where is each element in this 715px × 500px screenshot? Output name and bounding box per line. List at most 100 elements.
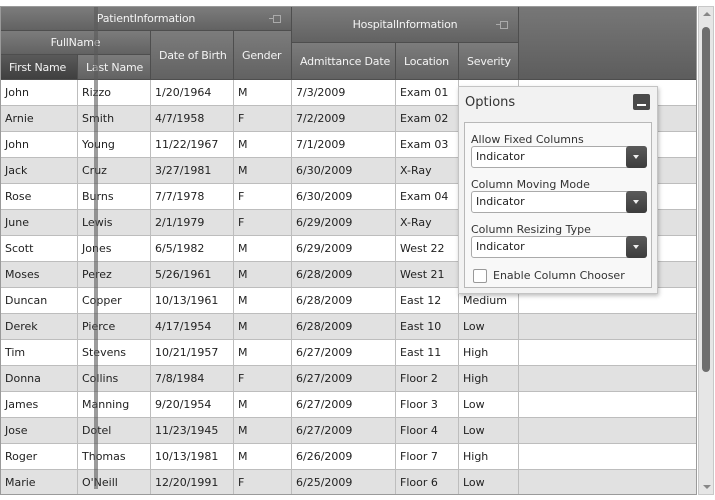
cell-last-name[interactable]: Pierce [78,314,151,339]
cell-gender[interactable]: M [234,444,292,469]
cell-location[interactable]: Exam 03 [396,132,459,157]
cell-admittance-date[interactable]: 6/27/2009 [292,392,396,417]
cell-severity[interactable]: High [459,340,519,365]
cell-gender[interactable]: F [234,106,292,131]
cell-first-name[interactable]: Arnie [1,106,78,131]
cell-date-of-birth[interactable]: 12/20/1991 [151,470,234,494]
cell-admittance-date[interactable]: 7/2/2009 [292,106,396,131]
cell-date-of-birth[interactable]: 4/7/1958 [151,106,234,131]
cell-location[interactable]: West 21 [396,262,459,287]
column-header-first-name[interactable]: First Name [1,55,78,80]
cell-location[interactable]: Exam 01 [396,80,459,105]
table-row[interactable]: Derek Pierce 4/17/1954 M 6/28/2009 East 10 Low [1,314,696,340]
cell-first-name[interactable]: Derek [1,314,78,339]
cell-last-name[interactable]: Thomas [78,444,151,469]
cell-first-name[interactable]: Marie [1,470,78,494]
cell-first-name[interactable]: Scott [1,236,78,261]
cell-admittance-date[interactable]: 6/27/2009 [292,340,396,365]
pin-icon[interactable] [496,20,508,29]
cell-gender[interactable]: M [234,80,292,105]
cell-admittance-date[interactable]: 6/30/2009 [292,158,396,183]
cell-gender[interactable]: M [234,340,292,365]
cell-admittance-date[interactable]: 6/28/2009 [292,262,396,287]
cell-date-of-birth[interactable]: 10/21/1957 [151,340,234,365]
column-header-location[interactable]: Location [396,43,459,80]
cell-first-name[interactable]: Tim [1,340,78,365]
table-row[interactable]: Roger Thomas 10/13/1981 M 6/26/2009 Floor 7 Hi… [1,444,696,470]
cell-severity[interactable]: Low [459,418,519,443]
cell-admittance-date[interactable]: 6/27/2009 [292,418,396,443]
chevron-down-icon[interactable] [626,191,647,213]
cell-gender[interactable]: F [234,210,292,235]
cell-first-name[interactable]: Jack [1,158,78,183]
cell-date-of-birth[interactable]: 11/23/1945 [151,418,234,443]
cell-gender[interactable]: M [234,158,292,183]
cell-admittance-date[interactable]: 6/30/2009 [292,184,396,209]
chevron-down-icon[interactable] [626,236,647,258]
cell-last-name[interactable]: Stevens [78,340,151,365]
cell-last-name[interactable]: Collins [78,366,151,391]
cell-admittance-date[interactable]: 6/28/2009 [292,288,396,313]
cell-first-name[interactable]: June [1,210,78,235]
allow-fixed-columns-select[interactable]: Indicator [471,146,647,168]
cell-last-name[interactable]: Dotel [78,418,151,443]
cell-admittance-date[interactable]: 7/3/2009 [292,80,396,105]
scrollbar-thumb[interactable] [702,27,710,372]
cell-gender[interactable]: M [234,132,292,157]
cell-location[interactable]: Exam 04 [396,184,459,209]
group-header-hospital-information[interactable]: HospitalInformation [292,7,519,43]
enable-column-chooser-label[interactable]: Enable Column Chooser [493,269,625,282]
column-header-admittance-date[interactable]: Admittance Date [292,43,396,80]
cell-last-name[interactable]: Perez [78,262,151,287]
cell-date-of-birth[interactable]: 2/1/1979 [151,210,234,235]
table-row[interactable]: JoseDotel11/23/1945M6/27/2009Floor 4Low [1,418,696,444]
cell-date-of-birth[interactable]: 6/5/1982 [151,236,234,261]
cell-first-name[interactable]: Roger [1,444,78,469]
cell-date-of-birth[interactable]: 9/20/1954 [151,392,234,417]
cell-location[interactable]: X-Ray [396,158,459,183]
cell-last-name[interactable]: Rizzo [78,80,151,105]
enable-column-chooser-checkbox[interactable] [473,269,487,283]
column-header-gender[interactable]: Gender [234,31,292,80]
cell-date-of-birth[interactable]: 1/20/1964 [151,80,234,105]
cell-severity[interactable]: High [459,366,519,391]
cell-gender[interactable]: M [234,236,292,261]
cell-date-of-birth[interactable]: 7/7/1978 [151,184,234,209]
column-header-date-of-birth[interactable]: Date of Birth [151,31,234,80]
cell-date-of-birth[interactable]: 3/27/1981 [151,158,234,183]
cell-gender[interactable]: F [234,184,292,209]
cell-location[interactable]: East 10 [396,314,459,339]
table-row[interactable]: Donna Collins 7/8/1984 F 6/27/2009 Floor 2 Hig… [1,366,696,392]
cell-date-of-birth[interactable]: 7/8/1984 [151,366,234,391]
cell-date-of-birth[interactable]: 5/26/1961 [151,262,234,287]
cell-date-of-birth[interactable]: 10/13/1981 [151,444,234,469]
cell-location[interactable]: Floor 4 [396,418,459,443]
cell-admittance-date[interactable]: 7/1/2009 [292,132,396,157]
table-row[interactable]: Tim Stevens 10/21/1957 M 6/27/2009 East 11 Hig… [1,340,696,366]
cell-gender[interactable]: M [234,418,292,443]
cell-date-of-birth[interactable]: 10/13/1961 [151,288,234,313]
cell-gender[interactable]: M [234,262,292,287]
cell-first-name[interactable]: John [1,80,78,105]
cell-location[interactable]: X-Ray [396,210,459,235]
cell-gender[interactable]: M [234,288,292,313]
cell-first-name[interactable]: Rose [1,184,78,209]
group-header-full-name[interactable]: FullName [1,31,151,55]
vertical-scrollbar[interactable] [698,6,714,495]
cell-last-name[interactable]: Manning [78,392,151,417]
cell-location[interactable]: East 12 [396,288,459,313]
cell-gender[interactable]: F [234,470,292,494]
cell-last-name[interactable]: Young [78,132,151,157]
chevron-down-icon[interactable] [626,146,647,168]
cell-first-name[interactable]: Donna [1,366,78,391]
minimize-icon[interactable] [633,94,650,110]
cell-location[interactable]: West 22 [396,236,459,261]
cell-last-name[interactable]: Jones [78,236,151,261]
cell-first-name[interactable]: Moses [1,262,78,287]
cell-last-name[interactable]: Cruz [78,158,151,183]
column-moving-mode-select[interactable]: Indicator [471,191,647,213]
cell-location[interactable]: East 11 [396,340,459,365]
cell-gender[interactable]: M [234,314,292,339]
cell-location[interactable]: Floor 3 [396,392,459,417]
cell-last-name[interactable]: Lewis [78,210,151,235]
